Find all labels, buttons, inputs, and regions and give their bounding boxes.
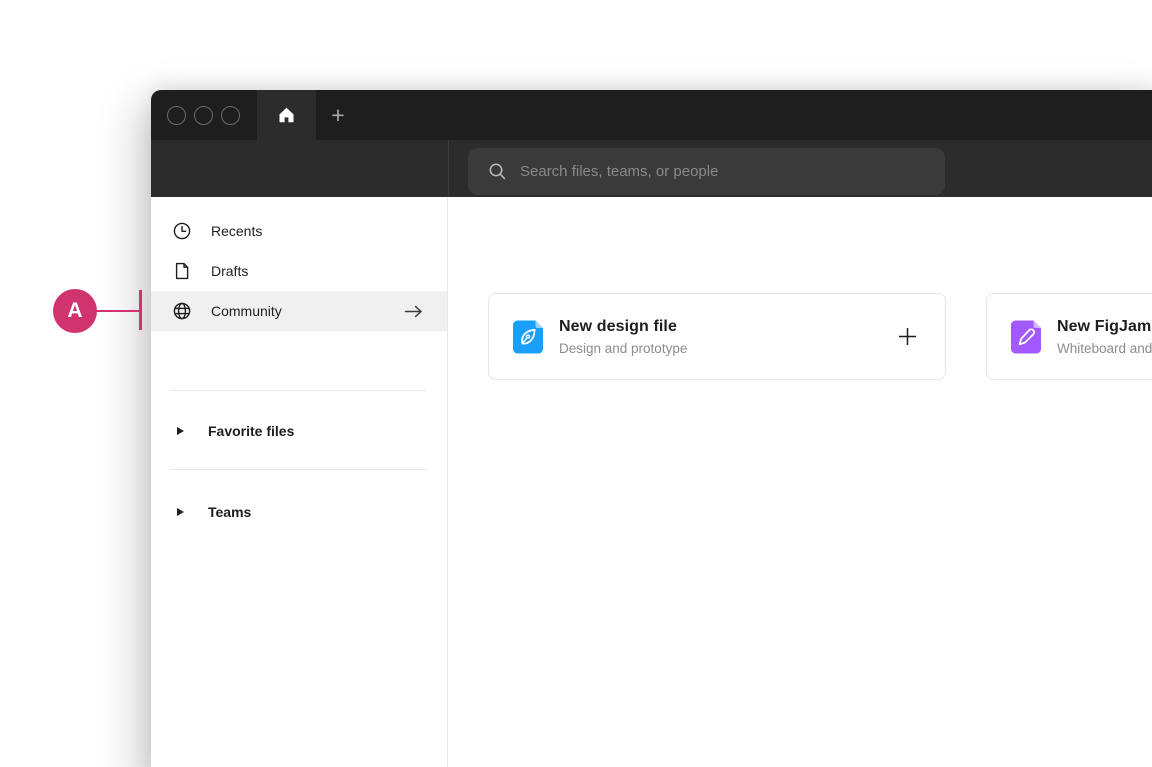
sidebar-section-favorite-files[interactable]: Favorite files [151, 411, 447, 451]
new-figjam-file-card[interactable]: New FigJam file Whiteboard and [986, 293, 1152, 380]
sidebar-item-recents[interactable]: Recents [151, 211, 447, 251]
toolbar-divider [448, 140, 449, 197]
clock-icon [172, 221, 192, 241]
window-controls [167, 90, 240, 140]
window-minimize-button[interactable] [194, 105, 213, 125]
sidebar-item-label: Community [211, 303, 282, 319]
card-title: New design file [559, 317, 677, 335]
sidebar-item-label: Recents [211, 223, 263, 239]
window-close-button[interactable] [167, 105, 186, 125]
card-text: New FigJam file Whiteboard and [1057, 318, 1152, 356]
sidebar-divider [170, 390, 427, 391]
section-label: Teams [208, 504, 252, 520]
plus-icon[interactable] [896, 325, 919, 348]
new-tab-button[interactable]: + [317, 90, 359, 140]
draft-icon [172, 261, 192, 281]
sidebar-item-label: Drafts [211, 263, 249, 279]
sidebar-divider [170, 469, 427, 470]
annotation-connector-endcap [139, 290, 142, 330]
annotation-connector-line [96, 310, 140, 312]
toolbar [151, 140, 1152, 197]
window-titlebar: + [151, 90, 1152, 140]
card-subtitle: Whiteboard and [1057, 340, 1152, 356]
sidebar-item-drafts[interactable]: Drafts [151, 251, 447, 291]
search-input[interactable] [520, 163, 945, 180]
card-subtitle: Design and prototype [559, 340, 688, 356]
home-icon [278, 107, 295, 123]
chevron-right-icon [177, 427, 184, 435]
chevron-right-icon [177, 508, 184, 516]
content-area: Recents Drafts Community Favorite files … [151, 197, 1152, 767]
new-design-file-card[interactable]: New design file Design and prototype [488, 293, 946, 380]
arrow-right-icon[interactable] [403, 304, 424, 319]
figjam-file-icon [1008, 318, 1044, 356]
search-icon [488, 162, 507, 181]
card-text: New design file Design and prototype [559, 318, 687, 356]
globe-icon [172, 301, 192, 321]
card-title: New FigJam file [1057, 317, 1152, 335]
tab-home[interactable] [257, 90, 316, 140]
section-label: Favorite files [208, 423, 295, 439]
sidebar-section-teams[interactable]: Teams [151, 492, 447, 532]
sidebar-item-community[interactable]: Community [151, 291, 447, 331]
annotation-badge-a: A [53, 289, 97, 333]
design-file-icon [510, 318, 546, 356]
search-bar[interactable] [468, 148, 945, 195]
figma-app-window: + Recents [151, 90, 1152, 767]
main-area: New design file Design and prototype New… [448, 197, 1152, 767]
sidebar: Recents Drafts Community Favorite files … [151, 197, 448, 767]
window-zoom-button[interactable] [221, 105, 240, 125]
